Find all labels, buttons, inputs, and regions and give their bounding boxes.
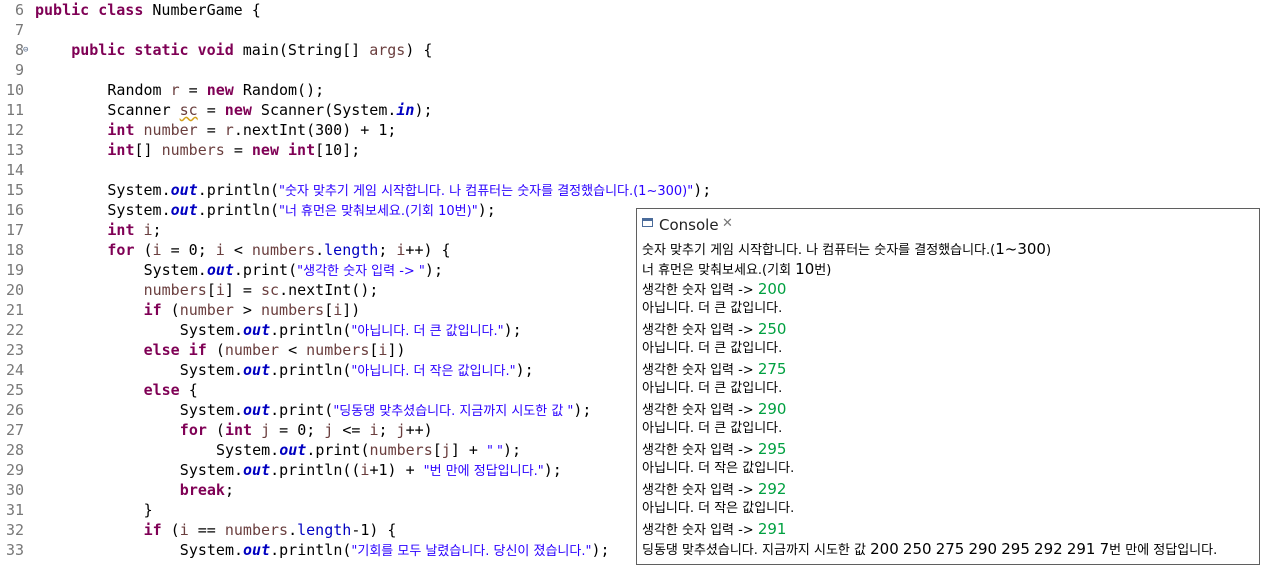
tab-console[interactable]: Console ✕ <box>637 209 747 239</box>
line-number: 9 <box>14 61 24 79</box>
code-text: else if (number < numbers[i]) <box>143 341 406 359</box>
console-line: 딩동댕 맞추셨습니다. 지금까지 시도한 값 200 250 275 290 2… <box>642 540 1218 558</box>
console-line: 아닙니다. 더 작은 값입니다. <box>642 461 795 476</box>
code-text: System.out.println("기회를 모두 날렸습니다. 당신이 졌습… <box>179 541 610 559</box>
console-user-input: 200 <box>757 280 787 298</box>
line-number: 31 <box>5 501 24 519</box>
line-number: 12 <box>5 121 24 139</box>
line-number: 30 <box>5 481 24 499</box>
code-line[interactable]: 10 Random r = new Random(); <box>0 80 1265 100</box>
code-line[interactable]: 7 <box>0 20 1265 40</box>
line-number: 10 <box>5 81 24 99</box>
console-line: 너 휴먼은 맞춰보세요.(기회 10번) <box>642 260 832 278</box>
console-line: 숫자 맞추기 게임 시작합니다. 나 컴퓨터는 숫자를 결정했습니다.(1~30… <box>642 240 1052 258</box>
code-text: int number = r.nextInt(300) + 1; <box>107 121 397 139</box>
code-line[interactable]: 15 System.out.println("숫자 맞추기 게임 시작합니다. 나… <box>0 180 1265 200</box>
code-text: public static void main(String[] args) { <box>71 41 433 59</box>
console-line: 아닙니다. 더 큰 값입니다. <box>642 301 783 316</box>
console-line: 아닙니다. 더 큰 값입니다. <box>642 421 783 436</box>
console-user-input: 292 <box>757 480 787 498</box>
console-line: 생각한 숫자 입력 -> 290 <box>642 400 787 418</box>
code-text: numbers[i] = sc.nextInt(); <box>143 281 379 299</box>
code-line[interactable]: 6 public class NumberGame { <box>0 0 1265 20</box>
code-text: break; <box>179 481 234 499</box>
console-line: 아닙니다. 더 큰 값입니다. <box>642 381 783 396</box>
code-text: System.out.println("아닙니다. 더 큰 값입니다."); <box>179 321 522 339</box>
code-text: System.out.println("숫자 맞추기 게임 시작합니다. 나 컴… <box>107 181 712 199</box>
line-number: 22 <box>5 321 24 339</box>
code-line[interactable]: 11 Scanner sc = new Scanner(System.in); <box>0 100 1265 120</box>
code-text: System.out.println((i+1) + "번 만에 정답입니다."… <box>179 461 562 479</box>
console-user-input: 291 <box>757 520 787 538</box>
line-number: 13 <box>5 141 24 159</box>
code-text: System.out.print("생각한 숫자 입력 -> "); <box>143 261 443 279</box>
code-text: for (int j = 0; j <= i; j++) <box>179 421 433 439</box>
code-text: System.out.println("아닙니다. 더 작은 값입니다."); <box>179 361 534 379</box>
line-number: 19 <box>5 261 24 279</box>
fold-icon[interactable]: ⊖ <box>23 40 28 60</box>
code-line[interactable]: 8 ⊖ public static void main(String[] args)… <box>0 40 1265 60</box>
console-line: 생각한 숫자 입력 -> 200 <box>642 280 787 298</box>
console-line: 생각한 숫자 입력 -> 291 <box>642 520 787 538</box>
code-text: public class NumberGame { <box>35 1 261 19</box>
console-user-input: 275 <box>757 360 787 378</box>
code-text: int[] numbers = new int[10]; <box>107 141 361 159</box>
console-view[interactable]: Console ✕ 숫자 맞추기 게임 시작합니다. 나 컴퓨터는 숫자를 결정… <box>636 208 1260 565</box>
line-number: 27 <box>5 421 24 439</box>
console-line: 아닙니다. 더 작은 값입니다. <box>642 501 795 516</box>
console-user-input: 250 <box>757 320 787 338</box>
line-number: 11 <box>5 101 24 119</box>
line-number: 6 <box>14 1 24 19</box>
line-number: 33 <box>5 541 24 559</box>
line-number: 21 <box>5 301 24 319</box>
code-text: Scanner sc = new Scanner(System.in); <box>107 101 433 119</box>
code-line[interactable]: 12 int number = r.nextInt(300) + 1; <box>0 120 1265 140</box>
line-number: 15 <box>5 181 24 199</box>
code-text: else { <box>143 381 198 399</box>
code-text: if (i == numbers.length-1) { <box>143 521 397 539</box>
line-number: 25 <box>5 381 24 399</box>
console-line: 생각한 숫자 입력 -> 250 <box>642 320 787 338</box>
console-line: 생각한 숫자 입력 -> 295 <box>642 440 787 458</box>
line-number: 29 <box>5 461 24 479</box>
line-number: 26 <box>5 401 24 419</box>
code-text: Random r = new Random(); <box>107 81 325 99</box>
line-number: 14 <box>5 161 24 179</box>
console-user-input: 290 <box>757 400 787 418</box>
code-line[interactable]: 13 int[] numbers = new int[10]; <box>0 140 1265 160</box>
code-text: int i; <box>107 221 162 239</box>
line-number: 24 <box>5 361 24 379</box>
line-number: 20 <box>5 281 24 299</box>
line-number: 7 <box>14 21 24 39</box>
code-line[interactable]: 9 <box>0 60 1265 80</box>
code-text: System.out.println("너 휴먼은 맞춰보세요.(기회 10번)… <box>107 201 496 219</box>
line-number: 18 <box>5 241 24 259</box>
console-icon <box>642 218 653 227</box>
line-number: 17 <box>5 221 24 239</box>
line-number: 8 <box>14 41 24 59</box>
console-line: 생각한 숫자 입력 -> 275 <box>642 360 787 378</box>
console-tab-label: Console <box>659 216 719 234</box>
line-number: 32 <box>5 521 24 539</box>
console-user-input: 295 <box>757 440 787 458</box>
console-line: 아닙니다. 더 큰 값입니다. <box>642 341 783 356</box>
code-line[interactable]: 14 <box>0 160 1265 180</box>
console-line: 생각한 숫자 입력 -> 292 <box>642 480 787 498</box>
close-icon[interactable]: ✕ <box>722 216 733 231</box>
line-number: 23 <box>5 341 24 359</box>
code-text: for (i = 0; i < numbers.length; i++) { <box>107 241 451 259</box>
code-text: } <box>143 501 153 519</box>
line-number: 28 <box>5 441 24 459</box>
code-text: System.out.print("딩동댕 맞추셨습니다. 지금까지 시도한 값… <box>179 401 592 419</box>
line-number: 16 <box>5 201 24 219</box>
code-text: System.out.print(numbers[j] + " "); <box>216 441 522 459</box>
code-text: if (number > numbers[i]) <box>143 301 361 319</box>
